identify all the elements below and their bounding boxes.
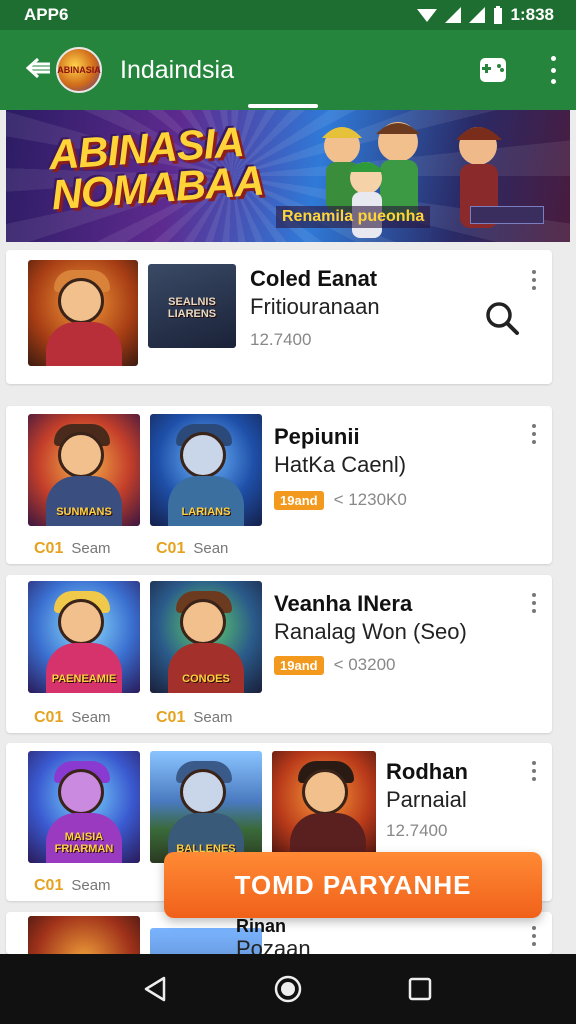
game-meta: 19and < 1230K0 xyxy=(274,490,407,510)
thumb-label-1: C01 Seam xyxy=(34,877,111,894)
banner-subtitle: Renamila pueonha xyxy=(276,206,431,228)
game-more-icon[interactable] xyxy=(530,424,538,444)
nav-back-icon[interactable] xyxy=(136,969,176,1009)
game-thumbnail-2[interactable]: CONOES xyxy=(150,581,262,693)
status-icons: 1:838 xyxy=(416,5,554,25)
featured-game-card[interactable]: SEALNIS LIARENS Coled Eanat Fritiouranaa… xyxy=(6,250,552,384)
tab-indicator xyxy=(248,104,318,108)
game-more-icon[interactable] xyxy=(530,593,538,613)
game-title: Veanha INera xyxy=(274,591,413,616)
app-title: Indaindsia xyxy=(120,55,234,84)
featured-meta: 12.7400 xyxy=(250,330,312,349)
featured-subtitle: Fritiouranaan xyxy=(250,294,380,319)
game-meta-value: < 1230K0 xyxy=(333,490,407,509)
game-subtitle: Ranalag Won (Seo) xyxy=(274,619,467,644)
wifi-icon xyxy=(416,9,437,22)
app-bar: ABINASIA Indaindsia xyxy=(0,30,576,110)
game-thumbnail-2[interactable]: LARIANS xyxy=(150,414,262,526)
logo-text: ABINASIA xyxy=(57,65,101,75)
system-nav-bar xyxy=(0,954,576,1024)
banner-badge xyxy=(470,206,544,224)
game-thumbnail-1[interactable]: SUNMANS xyxy=(28,414,140,526)
game-subtitle: Pozaan xyxy=(236,936,311,954)
game-more-icon[interactable] xyxy=(530,761,538,781)
back-icon[interactable] xyxy=(25,55,52,86)
nav-recents-icon[interactable] xyxy=(400,969,440,1009)
age-badge: 19and xyxy=(274,656,324,675)
banner-title: ABINASIA NOMABAA xyxy=(47,118,265,218)
game-meta-value: < 03200 xyxy=(333,655,396,674)
game-thumbnail-3[interactable] xyxy=(272,751,376,863)
signal-icon xyxy=(444,7,461,23)
app-logo[interactable]: ABINASIA xyxy=(56,47,102,93)
featured-more-icon[interactable] xyxy=(530,270,538,290)
thumb-label-2: C01 Seam xyxy=(156,709,233,726)
thumb-label-1: C01 Seam xyxy=(34,540,111,557)
nav-home-icon[interactable] xyxy=(268,969,308,1009)
thumb-label-1: C01 Seam xyxy=(34,709,111,726)
game-more-icon[interactable] xyxy=(530,926,538,946)
thumb-label-2: C01 Sean xyxy=(156,540,229,557)
game-subtitle: HatKa Caenl) xyxy=(274,452,407,477)
age-badge: 19and xyxy=(274,491,324,510)
game-title: Rinan xyxy=(236,916,287,936)
promo-banner[interactable]: ABINASIA NOMABAA Renamila pueonha xyxy=(6,110,570,242)
game-title: Pepiunii xyxy=(274,424,360,449)
battery-icon xyxy=(493,6,502,24)
gamepad-icon[interactable] xyxy=(478,55,508,85)
game-thumbnail-1[interactable]: PAENEAMIE xyxy=(28,581,140,693)
game-thumbnail-2[interactable]: BALLENES xyxy=(150,751,262,863)
primary-cta-button[interactable]: TOMD PARYANHE xyxy=(164,852,542,918)
status-time: 1:838 xyxy=(510,5,554,24)
game-subtitle: Parnaial xyxy=(386,787,467,812)
featured-thumbnail-2[interactable]: SEALNIS LIARENS xyxy=(148,264,236,348)
featured-title: Coled Eanat xyxy=(250,266,378,291)
featured-thumbnail-1[interactable] xyxy=(28,260,138,366)
game-card[interactable]: SUNMANS LARIANS Pepiunii HatKa Caenl) 19… xyxy=(6,406,552,564)
app-screen: APP6 1:838 ABINASIA Indaindsia ABINASIA … xyxy=(0,0,576,1024)
game-thumbnail-1[interactable]: MAISIA FRIARMAN xyxy=(28,751,140,863)
game-meta: 19and < 03200 xyxy=(274,655,396,675)
search-icon[interactable] xyxy=(484,300,520,336)
status-bar: APP6 1:838 xyxy=(0,0,576,30)
signal-icon xyxy=(468,7,485,23)
game-card[interactable]: PAENEAMIE CONOES Veanha INera Ranalag Wo… xyxy=(6,575,552,733)
game-title: Rodhan xyxy=(386,759,468,784)
game-thumbnail-1[interactable] xyxy=(28,916,140,954)
game-card[interactable]: Rinan Pozaan xyxy=(6,912,552,954)
game-meta: 12.7400 xyxy=(386,821,448,840)
more-vert-icon[interactable] xyxy=(548,56,558,84)
status-app-label: APP6 xyxy=(24,5,69,24)
